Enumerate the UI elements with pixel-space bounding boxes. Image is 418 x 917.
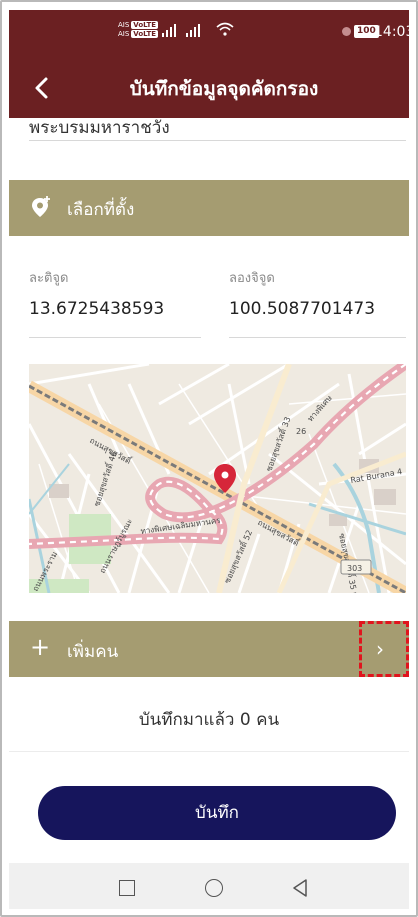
triangle-back-icon[interactable] <box>291 878 309 898</box>
system-nav-bar <box>9 863 409 909</box>
app-bar: บันทึกข้อมูลจุดคัดกรอง <box>9 56 409 118</box>
previous-field-value[interactable]: พระบรมมหาราชวัง <box>29 118 406 141</box>
map-km-label: 26 <box>296 427 306 436</box>
location-map[interactable]: ถนนสุขสวัสดิ์ ทางพิเศษเฉลิมมหานคร ถนนราษ… <box>29 364 406 593</box>
carrier-info: AIS VoLTE AIS VoLTE <box>118 21 158 39</box>
carrier-label-top: AIS <box>118 21 130 29</box>
plus-icon: + <box>30 633 51 661</box>
add-person-label: เพิ่มคน <box>67 642 119 662</box>
chevron-left-icon[interactable] <box>25 71 59 105</box>
form-content: พระบรมมหาราชวัง เลือกที่ตั้ง ละติจูด ลอง… <box>9 118 409 863</box>
status-bar: AIS VoLTE AIS VoLTE 100 14:03 <box>9 10 414 56</box>
volte-badge-top: VoLTE <box>131 21 158 29</box>
latitude-underline <box>29 337 201 338</box>
choose-location-label: เลือกที่ตั้ง <box>67 200 135 220</box>
longitude-label: ลองจิจูด <box>229 271 275 286</box>
map-route-number: 303 <box>347 564 362 573</box>
longitude-field[interactable]: 100.5087701473 <box>229 299 375 319</box>
choose-location-header[interactable]: เลือกที่ตั้ง <box>9 180 409 236</box>
circle-icon[interactable] <box>205 879 223 897</box>
square-icon[interactable] <box>119 880 135 896</box>
chevron-right-icon: › <box>376 637 384 661</box>
latitude-field[interactable]: 13.6725438593 <box>29 299 164 319</box>
page-title: บันทึกข้อมูลจุดคัดกรอง <box>129 78 319 100</box>
record-count: บันทึกมาแล้ว 0 คน <box>138 710 280 730</box>
carrier-label-bottom: AIS <box>118 30 130 38</box>
latitude-label: ละติจูด <box>29 271 69 286</box>
wifi-icon <box>216 22 234 36</box>
notification-dot-icon <box>342 27 351 36</box>
map-pin-add-icon <box>32 196 50 217</box>
add-person-chevron-button[interactable]: › <box>359 621 409 677</box>
clock: 14:03 <box>374 24 415 40</box>
signal-icon <box>162 24 200 37</box>
divider <box>9 751 409 752</box>
save-button[interactable]: บันทึก <box>38 786 396 840</box>
add-person-header[interactable]: + เพิ่มคน › <box>9 621 409 677</box>
longitude-underline <box>229 337 406 338</box>
volte-badge-bottom: VoLTE <box>131 30 158 38</box>
